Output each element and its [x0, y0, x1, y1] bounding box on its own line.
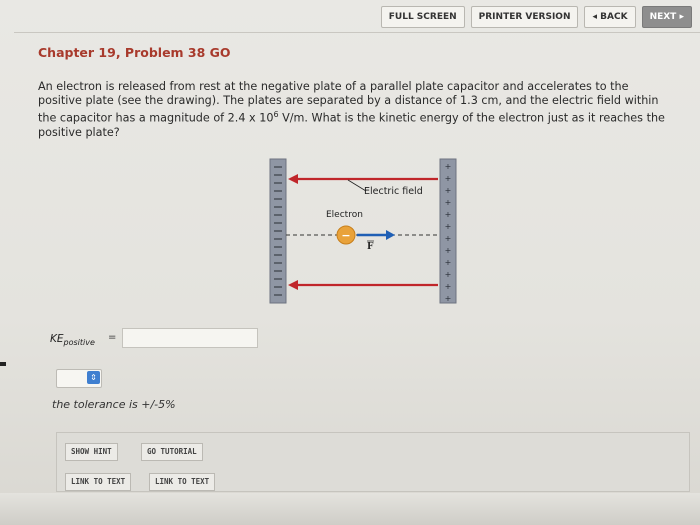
- unit-select[interactable]: ⇕: [56, 369, 102, 388]
- ke-label: KEpositive: [50, 333, 95, 347]
- header-divider: [14, 32, 700, 33]
- top-navigation: FULL SCREEN PRINTER VERSION ◂ BACK NEXT …: [380, 6, 692, 28]
- help-panel: SHOW HINT GO TUTORIAL LINK TO TEXT LINK …: [56, 432, 690, 492]
- capacitor-diagram: + + + + + + + + + + + + Electric field E…: [269, 158, 457, 304]
- force-label: F: [367, 242, 374, 252]
- electron-sign: −: [341, 229, 350, 242]
- field-arrowhead-bottom: [288, 280, 298, 290]
- link-to-text-button-2[interactable]: LINK TO TEXT: [149, 473, 216, 491]
- show-hint-button[interactable]: SHOW HINT: [65, 443, 118, 461]
- next-button[interactable]: NEXT ▸: [641, 6, 692, 28]
- tolerance-text: the tolerance is +/-5%: [52, 398, 176, 411]
- electric-field-label: Electric field: [364, 186, 423, 197]
- problem-statement: An electron is released from rest at the…: [38, 80, 668, 140]
- svg-text:+: +: [445, 234, 452, 243]
- edge-mark: [0, 362, 6, 366]
- svg-text:+: +: [445, 162, 452, 171]
- chevron-right-icon: ▸: [679, 12, 684, 22]
- back-button[interactable]: ◂ BACK: [584, 6, 636, 28]
- back-label: BACK: [600, 12, 628, 22]
- equals-sign: =: [108, 332, 117, 343]
- svg-text:+: +: [445, 294, 452, 303]
- select-arrows-icon: ⇕: [87, 371, 100, 384]
- ke-answer-input[interactable]: [122, 328, 258, 348]
- svg-text:+: +: [445, 282, 452, 291]
- svg-text:+: +: [445, 210, 452, 219]
- svg-text:+: +: [445, 258, 452, 267]
- svg-text:+: +: [445, 186, 452, 195]
- force-arrowhead: [386, 230, 395, 240]
- problem-title: Chapter 19, Problem 38 GO: [38, 45, 231, 60]
- svg-text:+: +: [445, 246, 452, 255]
- page: FULL SCREEN PRINTER VERSION ◂ BACK NEXT …: [0, 0, 700, 525]
- ke-label-main: KE: [50, 333, 64, 345]
- svg-text:+: +: [445, 174, 452, 183]
- electron-label: Electron: [326, 210, 363, 220]
- svg-text:+: +: [445, 270, 452, 279]
- footer-strip: [0, 493, 700, 525]
- field-arrowhead-top: [288, 174, 298, 184]
- ke-label-sub: positive: [63, 338, 95, 348]
- answer-row: KEpositive =: [50, 328, 270, 350]
- next-label: NEXT: [649, 12, 677, 22]
- svg-text:+: +: [445, 222, 452, 231]
- svg-text:+: +: [445, 198, 452, 207]
- chevron-left-icon: ◂: [592, 12, 598, 22]
- full-screen-button[interactable]: FULL SCREEN: [380, 6, 465, 28]
- printer-version-button[interactable]: PRINTER VERSION: [470, 6, 579, 28]
- link-to-text-button-1[interactable]: LINK TO TEXT: [65, 473, 132, 491]
- go-tutorial-button[interactable]: GO TUTORIAL: [141, 443, 203, 461]
